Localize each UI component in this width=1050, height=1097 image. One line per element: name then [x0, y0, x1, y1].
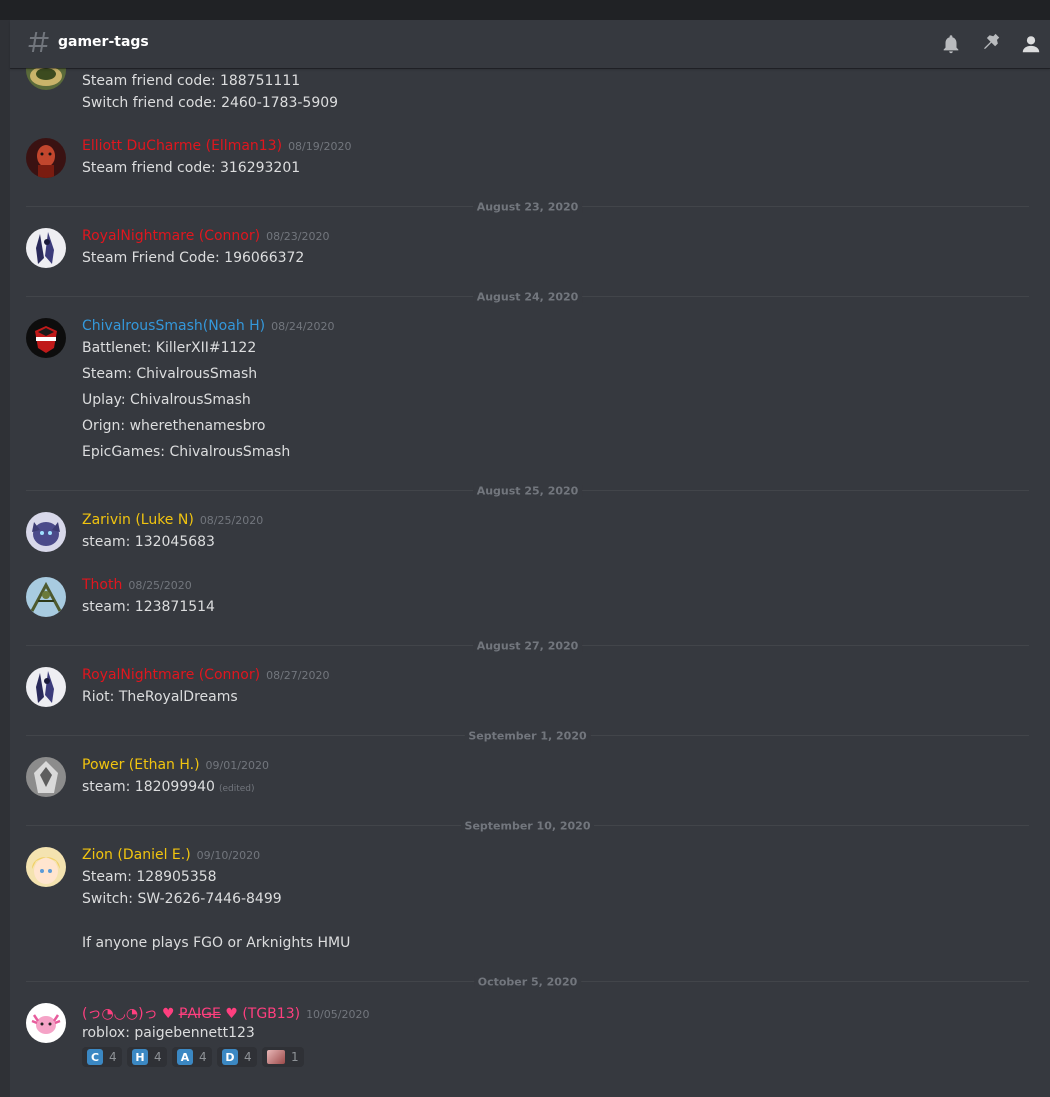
user-avatar[interactable]: [26, 68, 66, 90]
reaction-h[interactable]: H 4: [127, 1047, 167, 1067]
reaction-d[interactable]: D 4: [217, 1047, 257, 1067]
message-line: Steam: 128905358: [82, 869, 217, 885]
message-line: roblox: paigebennett123: [82, 1025, 255, 1041]
user-avatar[interactable]: [26, 318, 66, 358]
username[interactable]: RoyalNightmare (Connor) 08/23/2020: [82, 228, 330, 244]
date-divider: August 23, 2020: [26, 200, 1029, 214]
timestamp: 08/25/2020: [128, 579, 192, 592]
message-line: Steam friend code: 188751111: [82, 73, 301, 89]
username[interactable]: Thoth 08/25/2020: [82, 577, 192, 593]
message-line: Steam Friend Code: 196066372: [82, 250, 305, 266]
date-divider: September 10, 2020: [26, 819, 1029, 833]
bell-icon[interactable]: [940, 33, 962, 55]
timestamp: 08/27/2020: [266, 669, 330, 682]
message-line: Switch friend code: 2460-1783-5909: [82, 95, 339, 111]
reaction-count: 4: [109, 1050, 117, 1064]
regional-d-icon: D: [222, 1049, 238, 1065]
message-line: Battlenet: KillerXII#1122: [82, 340, 257, 356]
message-line: Orign: wherethenamesbro: [82, 418, 266, 434]
reaction-count: 1: [291, 1050, 299, 1064]
user-avatar[interactable]: [26, 847, 66, 887]
message-line: steam: 132045683: [82, 534, 215, 550]
window-top-bar: [0, 0, 1050, 20]
user-avatar[interactable]: [26, 577, 66, 617]
timestamp: 09/10/2020: [196, 849, 261, 862]
username[interactable]: Zarivin (Luke N) 08/25/2020: [82, 512, 263, 528]
date-divider: October 5, 2020: [26, 975, 1029, 989]
reaction-a[interactable]: A 4: [172, 1047, 212, 1067]
reaction-custom[interactable]: 1: [262, 1047, 304, 1067]
user-avatar[interactable]: [26, 757, 66, 797]
timestamp: 08/25/2020: [199, 514, 264, 527]
user-avatar[interactable]: [26, 138, 66, 178]
regional-h-icon: H: [132, 1049, 148, 1065]
username[interactable]: Elliott DuCharme (Ellman13) 08/19/2020: [82, 138, 351, 154]
username[interactable]: ChivalrousSmash(Noah H) 08/24/2020: [82, 318, 335, 334]
sidebar-edge: [0, 20, 10, 1097]
edited-marker: (edited): [218, 784, 255, 794]
message-line: steam: 123871514: [82, 599, 215, 615]
user-avatar[interactable]: [26, 228, 66, 268]
reaction-count: 4: [244, 1050, 252, 1064]
member-list-icon[interactable]: [1020, 33, 1042, 55]
message-list[interactable]: Steam friend code: 188751111 Switch frie…: [10, 68, 1050, 1097]
user-avatar[interactable]: [26, 512, 66, 552]
message-line: If anyone plays FGO or Arknights HMU: [82, 935, 351, 951]
channel-header: gamer-tags: [10, 20, 1050, 68]
date-divider: August 25, 2020: [26, 484, 1029, 498]
timestamp: 08/24/2020: [271, 320, 335, 333]
message-line: Steam friend code: 316293201: [82, 160, 301, 176]
message-line: EpicGames: ChivalrousSmash: [82, 444, 291, 460]
date-divider: August 24, 2020: [26, 290, 1029, 304]
custom-emoji-icon: [267, 1050, 285, 1064]
date-divider: August 27, 2020: [26, 639, 1029, 653]
timestamp: 08/23/2020: [266, 230, 330, 243]
username[interactable]: (っ◔◡◔)っ ♥ P̶A̶I̶G̶E̶ ♥ (TGB13) 10/05/2020: [82, 1003, 369, 1023]
reaction-count: 4: [154, 1050, 162, 1064]
timestamp: 10/05/2020: [306, 1008, 370, 1021]
regional-a-icon: A: [177, 1049, 193, 1065]
text-channel-icon: [28, 32, 49, 52]
timestamp: 08/19/2020: [288, 140, 352, 153]
reaction-c[interactable]: C 4: [82, 1047, 122, 1067]
channel-name: gamer-tags: [58, 34, 149, 50]
timestamp: 09/01/2020: [205, 759, 269, 772]
pin-icon[interactable]: [980, 33, 1002, 55]
regional-c-icon: C: [87, 1049, 103, 1065]
message-line: Steam: ChivalrousSmash: [82, 366, 258, 382]
reaction-count: 4: [199, 1050, 207, 1064]
message-line: steam: 182099940 (edited): [82, 779, 255, 795]
username[interactable]: Zion (Daniel E.) 09/10/2020: [82, 847, 260, 863]
username[interactable]: Power (Ethan H.) 09/01/2020: [82, 757, 269, 773]
message-line: Riot: TheRoyalDreams: [82, 689, 238, 705]
username[interactable]: RoyalNightmare (Connor) 08/27/2020: [82, 667, 330, 683]
user-avatar[interactable]: [26, 1003, 66, 1043]
message-line: Uplay: ChivalrousSmash: [82, 392, 251, 408]
message-line: Switch: SW-2626-7446-8499: [82, 891, 282, 907]
date-divider: September 1, 2020: [26, 729, 1029, 743]
user-avatar[interactable]: [26, 667, 66, 707]
